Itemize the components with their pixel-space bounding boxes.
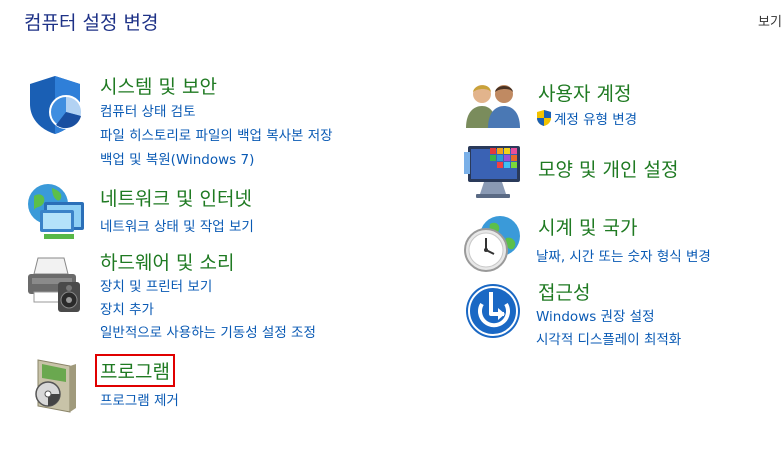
access-link-recommended-settings[interactable]: Windows 권장 설정 [536, 305, 655, 325]
programs-heading[interactable]: 프로그램 [95, 354, 175, 387]
appearance-personalization-heading[interactable]: 모양 및 개인 설정 [538, 155, 678, 182]
hardware-link-devices-printers[interactable]: 장치 및 프린터 보기 [100, 275, 212, 295]
network-globe-icon[interactable] [24, 180, 88, 246]
access-link-optimize-display[interactable]: 시각적 디스플레이 최적화 [536, 328, 681, 348]
user-accounts-heading[interactable]: 사용자 계정 [538, 79, 631, 106]
network-link-status-tasks[interactable]: 네트워크 상태 및 작업 보기 [100, 215, 254, 235]
hardware-sound-heading[interactable]: 하드웨어 및 소리 [100, 248, 234, 275]
programs-link-uninstall[interactable]: 프로그램 제거 [100, 389, 179, 409]
clock-region-heading[interactable]: 시계 및 국가 [538, 213, 637, 240]
accounts-link-label: 계정 유형 변경 [554, 112, 638, 128]
hardware-link-add-device[interactable]: 장치 추가 [100, 298, 154, 318]
accounts-link-change-type[interactable]: 계정 유형 변경 [536, 108, 637, 131]
hardware-link-mobility-settings[interactable]: 일반적으로 사용하는 기동성 설정 조정 [100, 321, 316, 341]
page-title: 컴퓨터 설정 변경 [24, 12, 159, 34]
system-security-heading[interactable]: 시스템 및 보안 [100, 72, 217, 99]
system-link-backup-restore[interactable]: 백업 및 복원(Windows 7) [100, 148, 254, 168]
ease-of-access-heading[interactable]: 접근성 [538, 278, 590, 305]
programs-disc-icon[interactable] [30, 356, 78, 418]
clock-link-date-time-format[interactable]: 날짜, 시간 또는 숫자 형식 변경 [536, 245, 711, 265]
uac-shield-icon [536, 109, 552, 131]
accessibility-icon[interactable] [464, 282, 522, 344]
shield-icon[interactable] [26, 74, 84, 140]
printer-speaker-icon[interactable] [24, 252, 84, 318]
users-icon[interactable] [464, 80, 524, 134]
system-link-file-history[interactable]: 파일 히스토리로 파일의 백업 복사본 저장 [100, 124, 333, 144]
view-by-label[interactable]: 보기 [758, 11, 782, 30]
monitor-colors-icon[interactable] [462, 142, 524, 204]
clock-globe-icon[interactable] [462, 214, 524, 278]
network-internet-heading[interactable]: 네트워크 및 인터넷 [100, 184, 252, 211]
system-link-review-status[interactable]: 컴퓨터 상태 검토 [100, 100, 196, 120]
